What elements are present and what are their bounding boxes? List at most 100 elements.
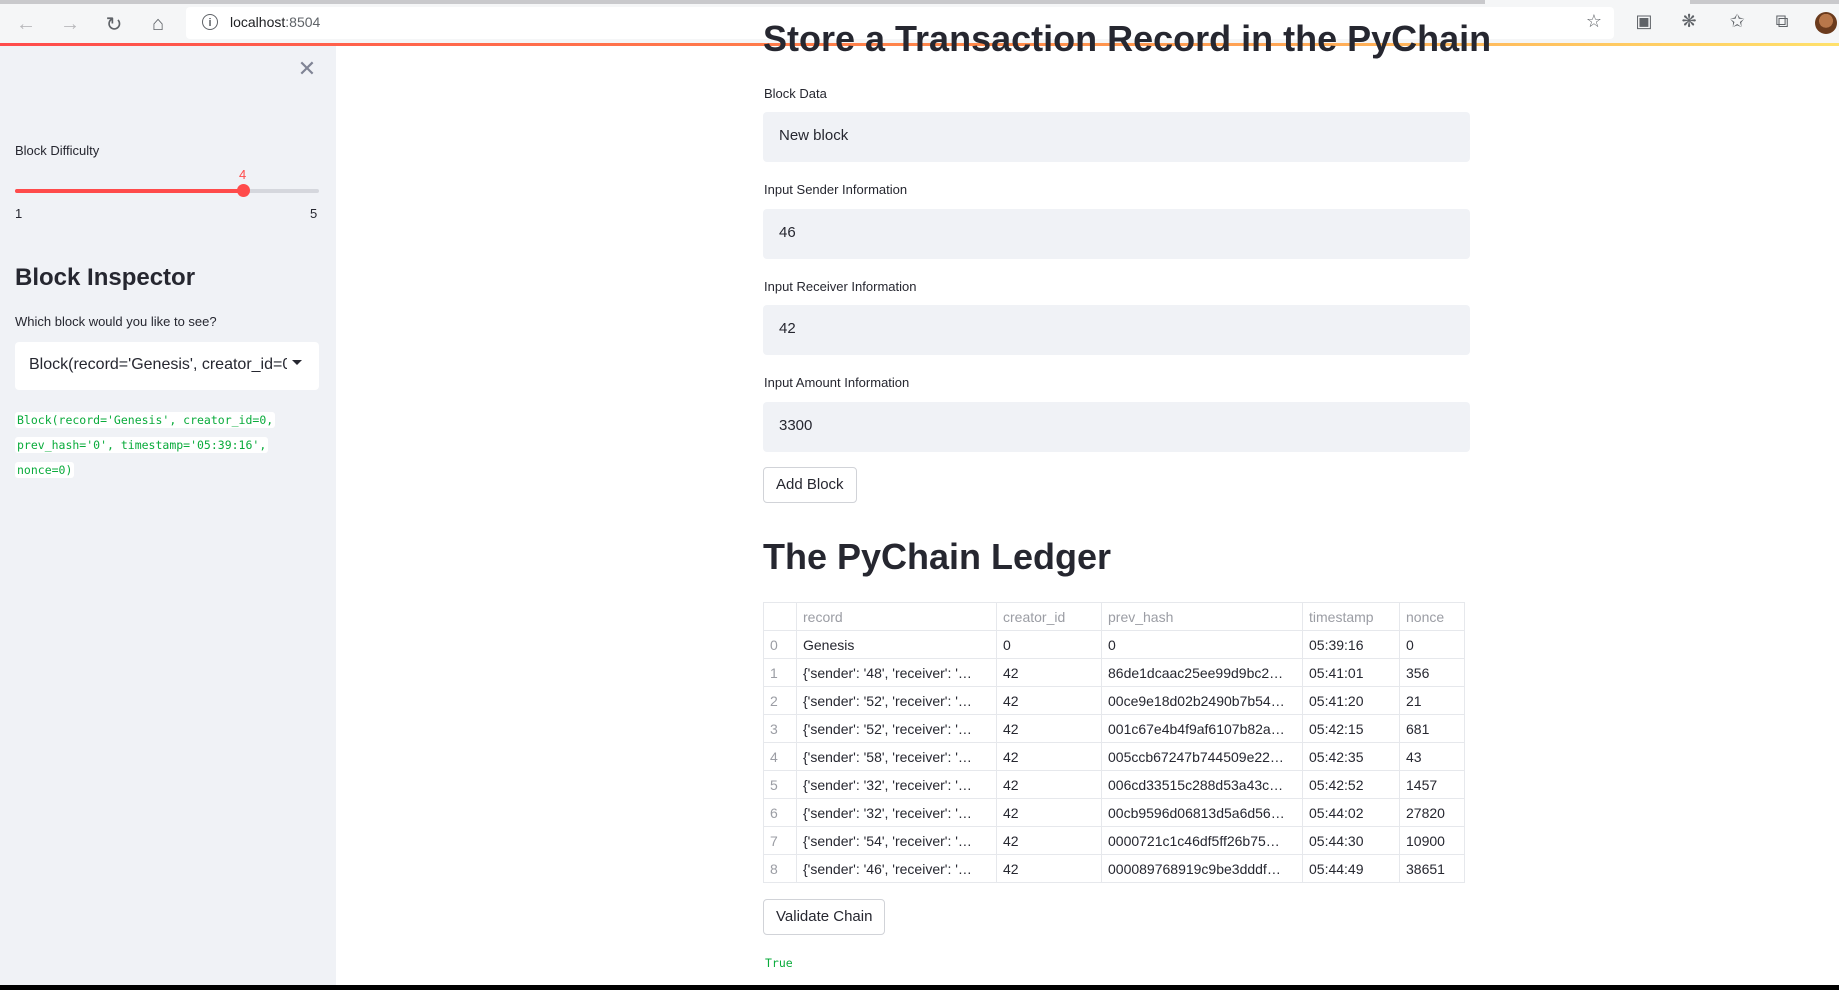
prev-hash-cell[interactable]: 001c67e4b4f9af6107b82a… [1101, 714, 1303, 743]
column-header-prev-hash[interactable]: prev_hash [1101, 602, 1303, 631]
creator-id-cell[interactable]: 42 [996, 686, 1102, 715]
nonce-cell[interactable]: 0 [1399, 630, 1465, 659]
taskbar-edge [0, 985, 1839, 990]
prev-hash-cell[interactable]: 00ce9e18d02b2490b7b54… [1101, 686, 1303, 715]
prev-hash-cell[interactable]: 006cd33515c288d53a43c… [1101, 770, 1303, 799]
column-header-record[interactable]: record [796, 602, 997, 631]
timestamp-cell[interactable]: 05:44:49 [1302, 854, 1400, 883]
record-cell[interactable]: {'sender': '58', 'receiver': '… [796, 742, 997, 771]
timestamp-cell[interactable]: 05:42:15 [1302, 714, 1400, 743]
nonce-cell[interactable]: 681 [1399, 714, 1465, 743]
creator-id-cell[interactable]: 42 [996, 742, 1102, 771]
block-select-label: Which block would you like to see? [15, 314, 217, 329]
nonce-cell[interactable]: 38651 [1399, 854, 1465, 883]
ledger-table: record creator_id prev_hash timestamp no… [763, 602, 1465, 883]
table-row: 2 {'sender': '52', 'receiver': '… 42 00ce9e… [763, 686, 1465, 715]
record-cell[interactable]: {'sender': '32', 'receiver': '… [796, 798, 997, 827]
sender-input[interactable]: 46 [763, 209, 1470, 259]
record-cell[interactable]: Genesis [796, 630, 997, 659]
nonce-cell[interactable]: 27820 [1399, 798, 1465, 827]
creator-id-cell[interactable]: 42 [996, 826, 1102, 855]
record-cell[interactable]: {'sender': '54', 'receiver': '… [796, 826, 997, 855]
column-header-index[interactable] [763, 602, 797, 631]
timestamp-cell[interactable]: 05:44:30 [1302, 826, 1400, 855]
puzzle-icon[interactable]: ❋ [1677, 11, 1701, 32]
column-header-timestamp[interactable]: timestamp [1302, 602, 1400, 631]
url-port: :8504 [285, 14, 321, 30]
reload-icon[interactable]: ↻ [102, 12, 126, 36]
column-header-creator-id[interactable]: creator_id [996, 602, 1102, 631]
nonce-cell[interactable]: 10900 [1399, 826, 1465, 855]
forward-arrow-icon[interactable]: → [58, 12, 82, 36]
block-inspector-title: Block Inspector [15, 264, 196, 291]
timestamp-cell[interactable]: 05:44:02 [1302, 798, 1400, 827]
column-header-nonce[interactable]: nonce [1399, 602, 1465, 631]
creator-id-cell[interactable]: 42 [996, 854, 1102, 883]
receiver-label: Input Receiver Information [764, 279, 917, 294]
timestamp-cell[interactable]: 05:41:20 [1302, 686, 1400, 715]
creator-id-cell[interactable]: 42 [996, 658, 1102, 687]
table-row: 0 Genesis 0 0 05:39:16 0 [763, 630, 1465, 659]
row-index: 6 [763, 798, 797, 827]
nonce-cell[interactable]: 43 [1399, 742, 1465, 771]
record-cell[interactable]: {'sender': '48', 'receiver': '… [796, 658, 997, 687]
record-cell[interactable]: {'sender': '32', 'receiver': '… [796, 770, 997, 799]
sender-value: 46 [779, 224, 796, 241]
favorites-icon[interactable]: ✩ [1725, 11, 1749, 32]
block-code-output: Block(record='Genesis', creator_id=0, pr… [15, 408, 315, 483]
timestamp-cell[interactable]: 05:39:16 [1302, 630, 1400, 659]
validate-result: True [765, 956, 793, 970]
record-cell[interactable]: {'sender': '52', 'receiver': '… [796, 714, 997, 743]
nonce-cell[interactable]: 356 [1399, 658, 1465, 687]
block-data-input[interactable]: New block [763, 112, 1470, 162]
add-block-button[interactable]: Add Block [763, 467, 857, 503]
chevron-down-icon[interactable] [292, 360, 302, 365]
timestamp-cell[interactable]: 05:41:01 [1302, 658, 1400, 687]
validate-chain-button[interactable]: Validate Chain [763, 899, 886, 935]
back-arrow-icon[interactable]: ← [14, 12, 38, 36]
slider-thumb[interactable] [237, 184, 250, 197]
prev-hash-cell[interactable]: 86de1dcaac25ee99d9bc2… [1101, 658, 1303, 687]
table-row: 3 {'sender': '52', 'receiver': '… 42 001c67… [763, 714, 1465, 743]
difficulty-label: Block Difficulty [15, 143, 100, 158]
receiver-input[interactable]: 42 [763, 305, 1470, 355]
timestamp-cell[interactable]: 05:42:52 [1302, 770, 1400, 799]
prev-hash-cell[interactable]: 0 [1101, 630, 1303, 659]
difficulty-slider[interactable]: 4 [15, 167, 319, 197]
record-cell[interactable]: {'sender': '52', 'receiver': '… [796, 686, 997, 715]
creator-id-cell[interactable]: 0 [996, 630, 1102, 659]
creator-id-cell[interactable]: 42 [996, 714, 1102, 743]
collections-icon[interactable]: ⧉ [1770, 11, 1794, 32]
prev-hash-cell[interactable]: 00cb9596d06813d5a6d56… [1101, 798, 1303, 827]
amount-label: Input Amount Information [764, 375, 910, 390]
url-text: localhost:8504 [230, 14, 320, 30]
close-sidebar-icon[interactable]: ✕ [296, 58, 318, 80]
record-cell[interactable]: {'sender': '46', 'receiver': '… [796, 854, 997, 883]
prev-hash-cell[interactable]: 005ccb67247b744509e22… [1101, 742, 1303, 771]
table-row: 5 {'sender': '32', 'receiver': '… 42 006cd3… [763, 770, 1465, 799]
block-code-line: prev_hash='0', timestamp='05:39:16', [15, 437, 269, 453]
row-index: 3 [763, 714, 797, 743]
prev-hash-cell[interactable]: 0000721c1c46df5ff26b75… [1101, 826, 1303, 855]
favorite-star-icon[interactable]: ☆ [1586, 11, 1602, 32]
prev-hash-cell[interactable]: 000089768919c9be3dddf… [1101, 854, 1303, 883]
creator-id-cell[interactable]: 42 [996, 770, 1102, 799]
block-select[interactable]: Block(record='Genesis', creator_id=0, pr… [15, 342, 319, 390]
nonce-cell[interactable]: 1457 [1399, 770, 1465, 799]
nonce-cell[interactable]: 21 [1399, 686, 1465, 715]
profile-avatar[interactable] [1815, 12, 1837, 34]
slider-max-label: 5 [310, 206, 318, 221]
info-icon[interactable]: i [202, 14, 218, 30]
row-index: 8 [763, 854, 797, 883]
row-index: 0 [763, 630, 797, 659]
extension-icon[interactable]: ▣ [1632, 11, 1656, 32]
timestamp-cell[interactable]: 05:42:35 [1302, 742, 1400, 771]
creator-id-cell[interactable]: 42 [996, 798, 1102, 827]
row-index: 1 [763, 658, 797, 687]
table-header-row: record creator_id prev_hash timestamp no… [763, 602, 1465, 631]
amount-input[interactable]: 3300 [763, 402, 1470, 452]
row-index: 4 [763, 742, 797, 771]
main-content: Store a Transaction Record in the PyChai… [336, 18, 1839, 986]
home-icon[interactable]: ⌂ [146, 12, 170, 36]
sidebar: ✕ Block Difficulty 4 1 5 Block Inspector… [0, 46, 336, 986]
